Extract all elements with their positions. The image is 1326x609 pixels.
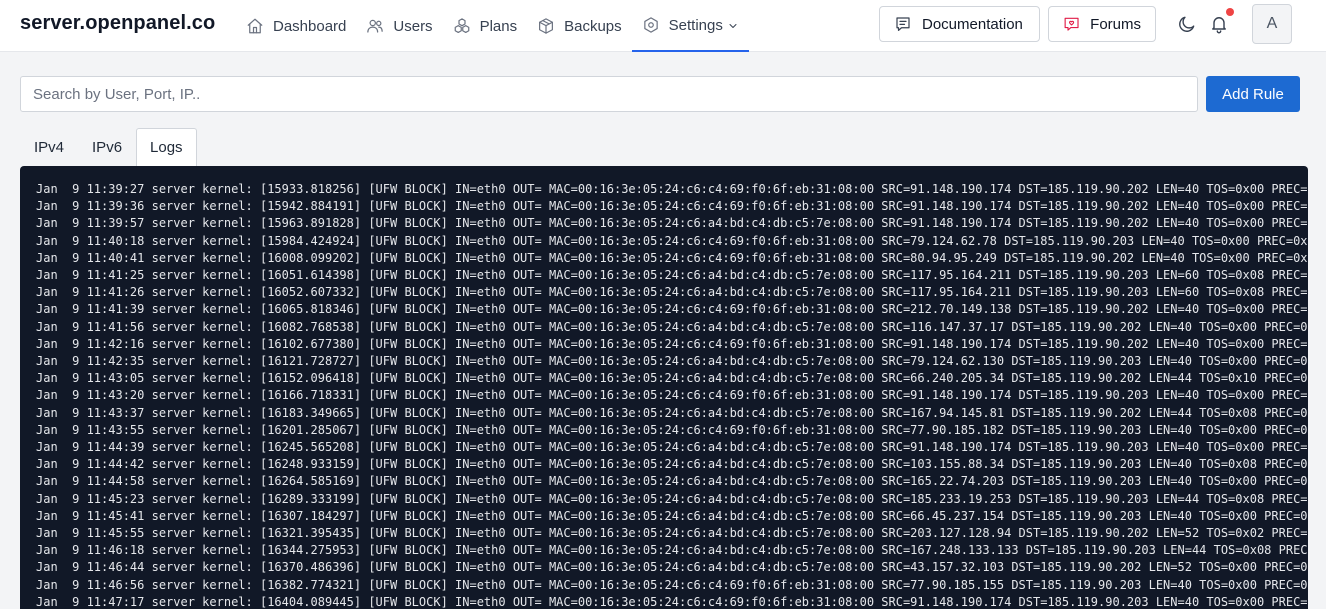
users-icon (367, 19, 384, 33)
notification-badge (1226, 8, 1234, 16)
log-line: Jan 9 11:43:05 server kernel: [16152.096… (36, 371, 1308, 386)
log-line: Jan 9 11:45:41 server kernel: [16307.184… (36, 508, 1308, 523)
search-input[interactable] (20, 76, 1198, 112)
log-line: Jan 9 11:43:20 server kernel: [16166.718… (36, 388, 1308, 403)
log-console[interactable]: Jan 9 11:39:27 server kernel: [15933.818… (20, 166, 1308, 609)
tab-ipv4[interactable]: IPv4 (20, 128, 78, 166)
forums-button[interactable]: Forums (1048, 6, 1156, 42)
log-line: Jan 9 11:45:55 server kernel: [16321.395… (36, 526, 1308, 541)
nav-label: Settings (668, 16, 723, 34)
user-avatar[interactable]: A (1252, 4, 1292, 44)
nav-label: Users (393, 17, 433, 35)
nav-item-dashboard[interactable]: Dashboard (236, 0, 356, 52)
nav-item-settings[interactable]: Settings (631, 0, 749, 52)
moon-icon (1179, 16, 1195, 32)
log-line: Jan 9 11:43:37 server kernel: [16183.349… (36, 405, 1308, 420)
log-line: Jan 9 11:40:41 server kernel: [16008.099… (36, 250, 1308, 265)
log-line: Jan 9 11:41:26 server kernel: [16052.607… (36, 285, 1308, 300)
nav-label: Dashboard (273, 17, 347, 35)
log-line: Jan 9 11:43:55 server kernel: [16201.285… (36, 422, 1308, 437)
log-line: Jan 9 11:40:18 server kernel: [15984.424… (36, 233, 1308, 248)
top-navigation-bar: server.openpanel.co Dashboard Users Plan… (0, 0, 1326, 52)
chevron-down-icon (729, 24, 737, 28)
log-line: Jan 9 11:42:16 server kernel: [16102.677… (36, 336, 1308, 351)
log-line: Jan 9 11:42:35 server kernel: [16121.728… (36, 354, 1308, 369)
nav-item-plans[interactable]: Plans (443, 0, 528, 52)
log-line: Jan 9 11:47:17 server kernel: [16404.089… (36, 594, 1308, 609)
bell-icon (1212, 17, 1226, 34)
documentation-icon (896, 17, 910, 31)
tab-ipv6[interactable]: IPv6 (78, 128, 136, 166)
log-line: Jan 9 11:44:39 server kernel: [16245.565… (36, 440, 1308, 455)
add-rule-button[interactable]: Add Rule (1206, 76, 1300, 112)
home-icon (247, 18, 263, 34)
nav-label: Backups (564, 17, 622, 35)
log-line: Jan 9 11:44:42 server kernel: [16248.933… (36, 457, 1308, 472)
log-line: Jan 9 11:46:44 server kernel: [16370.486… (36, 560, 1308, 575)
log-line: Jan 9 11:46:18 server kernel: [16344.275… (36, 543, 1308, 558)
tab-logs[interactable]: Logs (136, 128, 197, 166)
theme-toggle[interactable] (1177, 14, 1199, 36)
log-line: Jan 9 11:41:39 server kernel: [16065.818… (36, 302, 1308, 317)
nav-item-backups[interactable]: Backups (527, 0, 632, 52)
log-line: Jan 9 11:41:56 server kernel: [16082.768… (36, 319, 1308, 334)
log-line: Jan 9 11:44:58 server kernel: [16264.585… (36, 474, 1308, 489)
documentation-label: Documentation (922, 15, 1023, 33)
firewall-tabs: IPv4 IPv6 Logs (20, 128, 197, 166)
nav-label: Plans (479, 17, 518, 35)
brand-title[interactable]: server.openpanel.co (20, 12, 215, 35)
log-line: Jan 9 11:39:27 server kernel: [15933.818… (36, 182, 1308, 196)
notifications-button[interactable] (1209, 14, 1231, 36)
documentation-button[interactable]: Documentation (879, 6, 1040, 42)
settings-icon (643, 17, 658, 33)
forums-label: Forums (1090, 15, 1141, 33)
log-line: Jan 9 11:41:25 server kernel: [16051.614… (36, 268, 1308, 283)
plans-icon (454, 18, 469, 34)
main-nav: Dashboard Users Plans Backups Settings (236, 0, 749, 52)
log-line: Jan 9 11:46:56 server kernel: [16382.774… (36, 577, 1308, 592)
log-line: Jan 9 11:39:57 server kernel: [15963.891… (36, 216, 1308, 231)
log-line: Jan 9 11:45:23 server kernel: [16289.333… (36, 491, 1308, 506)
log-line: Jan 9 11:39:36 server kernel: [15942.884… (36, 199, 1308, 214)
box-icon (539, 18, 554, 34)
nav-item-users[interactable]: Users (356, 0, 442, 52)
forum-icon (1064, 17, 1079, 31)
